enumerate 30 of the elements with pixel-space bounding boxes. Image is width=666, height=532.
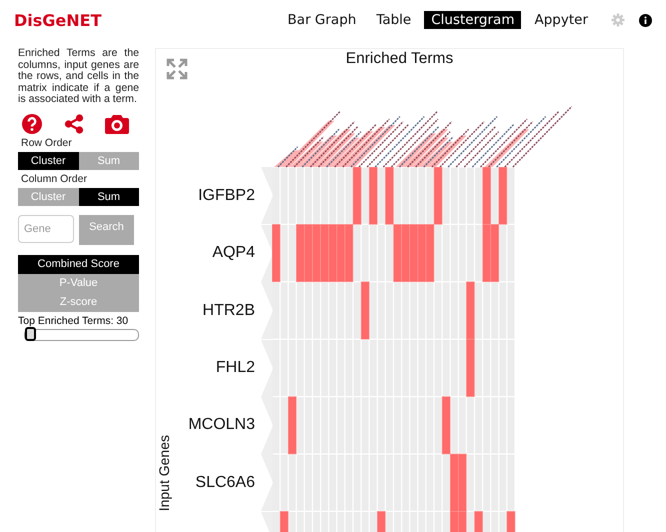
- gene-input-field[interactable]: Gene: [18, 214, 74, 242]
- gene-label: IGFBP2: [198, 186, 255, 205]
- top-terms-slider[interactable]: [24, 328, 139, 340]
- nav-tab[interactable]: Clustergram: [424, 11, 522, 29]
- gene-label: FHL2: [216, 359, 255, 378]
- nav-tab[interactable]: Appyter: [527, 11, 595, 29]
- logo[interactable]: DisGeNET: [14, 10, 102, 30]
- order-toggle[interactable]: Cluster: [18, 152, 78, 170]
- gene-label: MCOLN3: [188, 416, 255, 434]
- info-icon[interactable]: [639, 14, 652, 26]
- row-chevron: [261, 282, 273, 340]
- camera-icon[interactable]: [105, 114, 129, 134]
- order-toggle[interactable]: Sum: [78, 188, 139, 206]
- description-text: Enriched Terms are the columns, input genes are the rows, and cells in the matrix indicate if a gene is associated with a term.: [18, 48, 139, 106]
- help-icon[interactable]: [22, 114, 42, 134]
- gene-label: AQP4: [212, 244, 255, 262]
- expand-icon[interactable]: [166, 58, 188, 80]
- axis-label: Input Genes: [156, 434, 173, 512]
- chart-title: Enriched Terms: [344, 50, 454, 68]
- share-icon[interactable]: [64, 114, 84, 134]
- nav-tab[interactable]: Table: [369, 11, 418, 29]
- gene-label: HTR2B: [202, 302, 255, 320]
- slider-thumb[interactable]: [25, 326, 36, 340]
- score-option[interactable]: Combined Score: [18, 254, 139, 274]
- section-label: Column Order: [21, 172, 88, 184]
- section-label: Row Order: [21, 136, 73, 148]
- nav-tab[interactable]: Bar Graph: [280, 11, 364, 29]
- top-terms-label: Top Enriched Terms: 30: [18, 314, 130, 326]
- row-chevron: [261, 167, 273, 224]
- gene-label: SLC6A6: [195, 474, 255, 492]
